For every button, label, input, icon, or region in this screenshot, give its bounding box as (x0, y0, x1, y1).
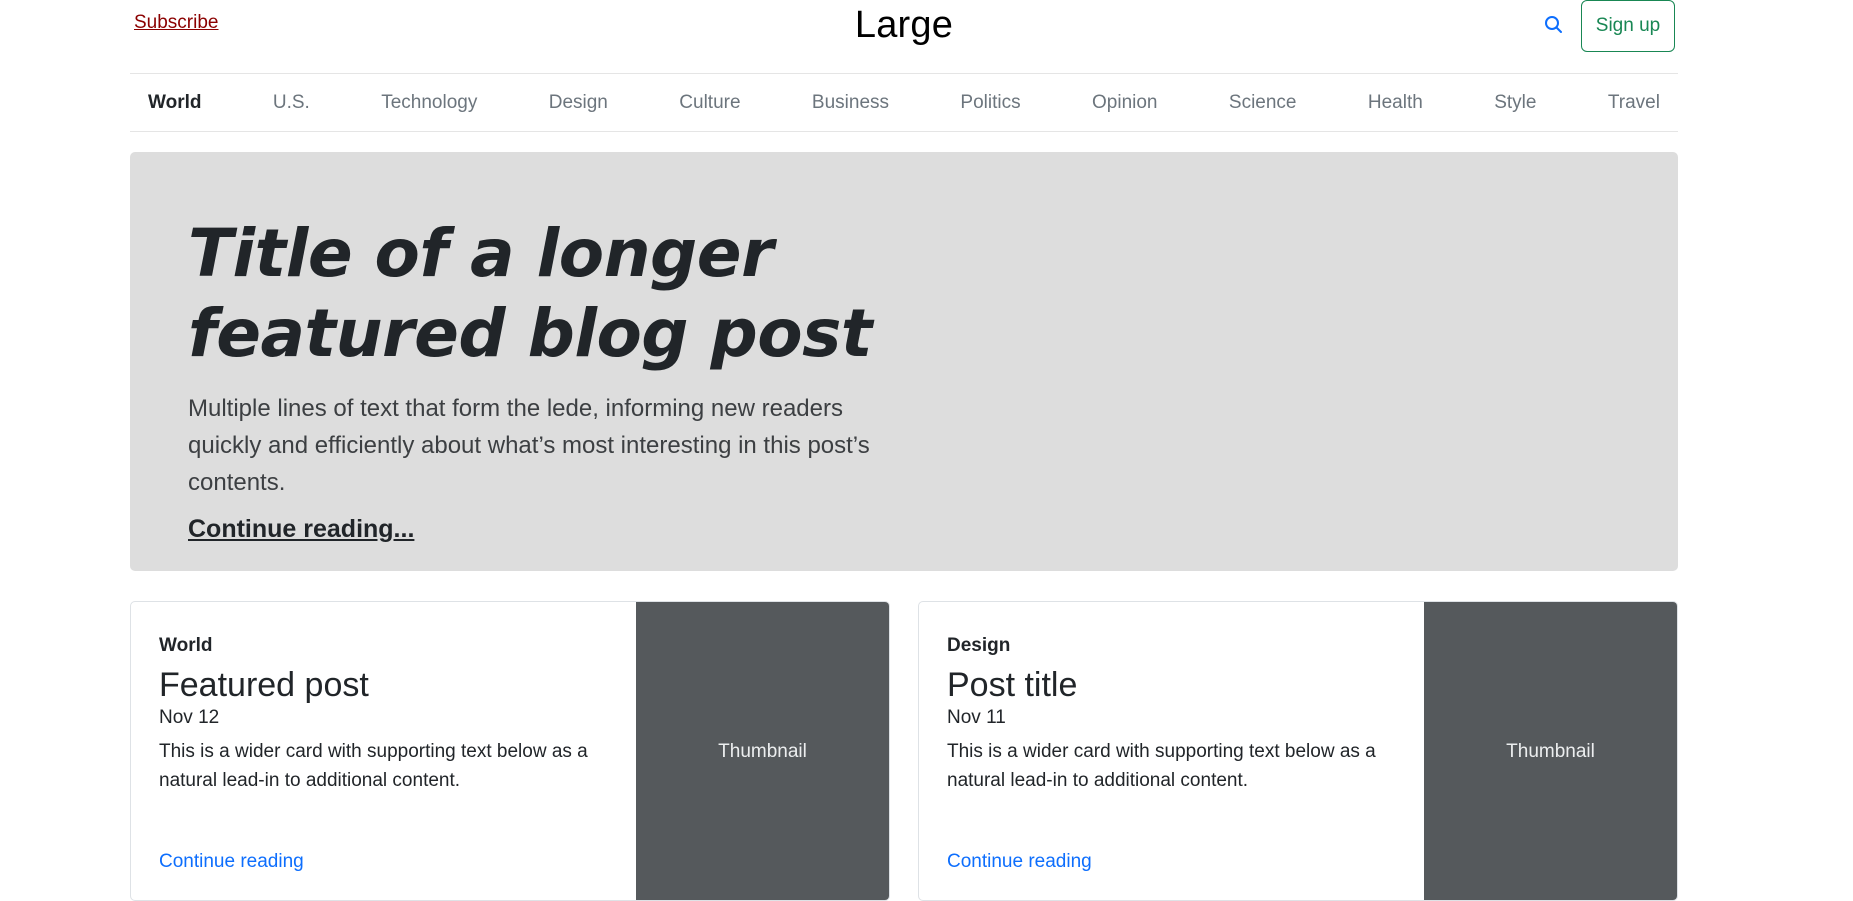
card-text: This is a wider card with supporting tex… (159, 741, 588, 791)
card-thumbnail: Thumbnail (636, 602, 889, 900)
card-thumbnail: Thumbnail (1424, 602, 1677, 900)
card-body: Design Post title Nov 11 This is a wider… (947, 635, 1407, 795)
card-category: Design (947, 635, 1011, 656)
page-container: Subscribe Large Sign up World U.S. Techn… (130, 0, 1678, 901)
category-nav: World U.S. Technology Design Culture Bus… (130, 74, 1678, 132)
hero-continue-reading-link[interactable]: Continue reading... (188, 515, 414, 544)
thumbnail-label: Thumbnail (718, 741, 807, 762)
hero-title: Title of a longer featured blog post (188, 215, 872, 372)
search-icon[interactable] (1543, 14, 1565, 36)
thumbnail-label: Thumbnail (1506, 741, 1595, 762)
card-date: Nov 12 (159, 707, 220, 728)
hero-lede: Multiple lines of text that form the led… (188, 395, 870, 496)
nav-item-us[interactable]: U.S. (273, 92, 310, 114)
nav-item-style[interactable]: Style (1494, 92, 1536, 114)
card-category: World (159, 635, 213, 656)
card-title: Post title (947, 666, 1078, 704)
nav-item-travel[interactable]: Travel (1608, 92, 1660, 114)
post-card: World Featured post Nov 12 This is a wid… (130, 601, 890, 901)
blog-header: Subscribe Large Sign up (130, 0, 1678, 74)
card-continue-reading-link[interactable]: Continue reading (159, 851, 304, 873)
signup-button[interactable]: Sign up (1581, 0, 1675, 52)
card-date: Nov 11 (947, 707, 1006, 728)
site-logo[interactable]: Large (130, 4, 1678, 47)
nav-item-science[interactable]: Science (1229, 92, 1297, 114)
nav-item-politics[interactable]: Politics (960, 92, 1020, 114)
nav-item-health[interactable]: Health (1368, 92, 1423, 114)
nav-item-world[interactable]: World (148, 92, 201, 114)
nav-item-design[interactable]: Design (549, 92, 608, 114)
featured-hero: Title of a longer featured blog post Mul… (130, 152, 1678, 571)
post-card: Design Post title Nov 11 This is a wider… (918, 601, 1678, 901)
card-body: World Featured post Nov 12 This is a wid… (159, 635, 619, 795)
nav-item-culture[interactable]: Culture (679, 92, 740, 114)
nav-item-opinion[interactable]: Opinion (1092, 92, 1158, 114)
card-title: Featured post (159, 666, 369, 704)
card-text: This is a wider card with supporting tex… (947, 741, 1376, 791)
card-continue-reading-link[interactable]: Continue reading (947, 851, 1092, 873)
nav-item-technology[interactable]: Technology (381, 92, 477, 114)
nav-item-business[interactable]: Business (812, 92, 889, 114)
